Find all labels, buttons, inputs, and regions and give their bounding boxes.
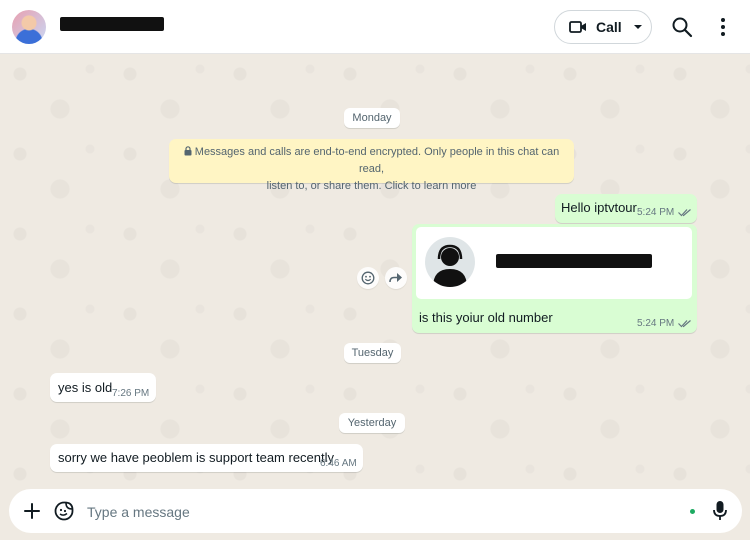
chat-header: Call — [0, 0, 750, 54]
incoming-message[interactable]: yes is old 7:26 PM — [50, 373, 156, 402]
call-label: Call — [596, 19, 622, 35]
encryption-notice-line1: Messages and calls are end-to-end encryp… — [194, 146, 560, 175]
shared-contact-card[interactable] — [416, 227, 692, 299]
message-input[interactable] — [85, 498, 679, 526]
message-time: 5:24 PM — [637, 318, 675, 329]
message-text: Hello iptvtour — [561, 200, 637, 215]
person-silhouette-icon — [433, 244, 467, 287]
shared-contact-avatar — [425, 237, 475, 287]
status-dot — [690, 509, 695, 514]
message-composer — [9, 489, 742, 533]
day-separator-monday: Monday — [344, 108, 400, 128]
double-check-icon — [678, 209, 691, 217]
message-text: sorry we have peoblem is support team re… — [58, 450, 335, 465]
day-separator-tuesday: Tuesday — [344, 343, 401, 363]
contact-name-redacted[interactable] — [60, 17, 164, 31]
forward-icon — [389, 273, 402, 283]
call-button[interactable]: Call — [554, 10, 652, 44]
composer-bar — [0, 487, 750, 540]
message-time: 7:26 PM — [112, 388, 150, 399]
message-list[interactable]: Monday Messages and calls are end-to-end… — [0, 54, 750, 487]
contact-avatar[interactable] — [12, 10, 46, 44]
chevron-down-icon — [633, 25, 642, 29]
day-separator-yesterday: Yesterday — [339, 413, 405, 433]
microphone-icon[interactable] — [712, 500, 728, 522]
more-vertical-icon[interactable] — [714, 16, 732, 38]
message-text: is this yoiur old number — [419, 310, 553, 325]
react-button[interactable] — [357, 267, 379, 289]
search-icon[interactable] — [671, 16, 693, 38]
message-time: 5:24 PM — [637, 207, 675, 218]
double-check-icon — [678, 320, 691, 328]
outgoing-contact-message[interactable]: is this yoiur old number 5:24 PM — [412, 224, 697, 333]
lock-icon — [184, 146, 192, 156]
emoji-icon — [361, 271, 375, 285]
message-time: 6:46 AM — [320, 458, 357, 469]
video-camera-icon — [569, 21, 586, 33]
outgoing-message[interactable]: Hello iptvtour 5:24 PM — [555, 194, 697, 223]
forward-button[interactable] — [385, 267, 407, 289]
encryption-notice[interactable]: Messages and calls are end-to-end encryp… — [169, 139, 574, 192]
message-text: yes is old — [58, 380, 113, 395]
sticker-icon[interactable] — [54, 501, 74, 521]
incoming-message[interactable]: sorry we have peoblem is support team re… — [50, 444, 363, 472]
plus-icon[interactable] — [22, 501, 42, 521]
shared-contact-name-redacted — [496, 254, 652, 268]
encryption-notice-line2: listen to, or share them. Click to learn… — [266, 180, 477, 192]
